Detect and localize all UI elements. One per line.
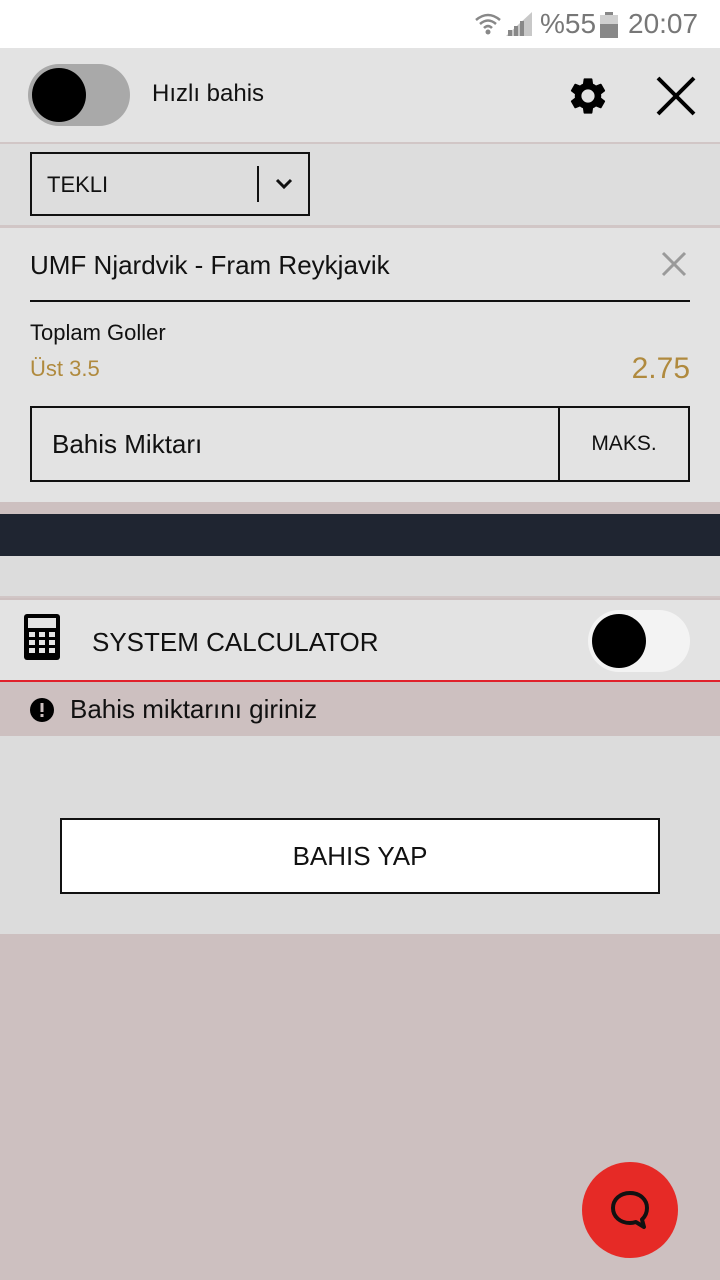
bet-card: UMF Njardvik - Fram Reykjavik Toplam Gol… [0,228,720,502]
remove-bet-icon[interactable] [658,248,690,280]
card-divider [30,300,690,302]
close-icon[interactable] [654,74,698,118]
toggle-knob [32,68,86,122]
stake-input[interactable] [32,408,560,480]
toggle-knob [592,614,646,668]
system-calculator-label: SYSTEM CALCULATOR [92,627,379,657]
warning-message: Bahis miktarını giriniz [0,684,720,736]
place-bet-button[interactable]: BAHIS YAP [60,818,660,894]
stake-box: MAKS. [30,406,690,482]
chat-button[interactable] [582,1162,678,1258]
calculator-icon [24,614,60,660]
match-title: UMF Njardvik - Fram Reykjavik [30,250,390,280]
max-stake-button[interactable]: MAKS. [560,408,688,480]
alert-icon [30,698,54,722]
clock: 20:07 [628,8,699,39]
quick-bet-toggle[interactable] [28,64,130,126]
bet-type-value: TEKLI [47,172,109,197]
system-calculator-row: SYSTEM CALCULATOR [0,600,720,682]
odds-value: 2.75 [631,352,690,385]
signal-icon [506,12,532,36]
dark-bar [0,514,720,556]
select-divider [257,166,259,202]
spacer [0,556,720,598]
separator-strip [0,502,720,514]
selection-name: Üst 3.5 [30,356,100,381]
status-bar: %55 20:07 [0,0,720,48]
action-area: BAHIS YAP [0,736,720,934]
chat-icon [611,1191,649,1229]
bet-type-select[interactable]: TEKLI [30,152,310,216]
battery-percentage: %55 [540,8,597,39]
betslip-header: Hızlı bahis [0,48,720,144]
battery-icon [600,12,618,38]
gear-icon[interactable] [566,74,610,118]
warning-text: Bahis miktarını giriniz [70,694,318,724]
market-name: Toplam Goller [30,320,166,345]
wifi-icon [475,13,501,35]
quick-bet-label: Hızlı bahis [152,80,265,107]
system-calculator-toggle[interactable] [588,610,690,672]
chevron-down-icon [275,178,293,190]
bet-type-row: TEKLI [0,144,720,228]
